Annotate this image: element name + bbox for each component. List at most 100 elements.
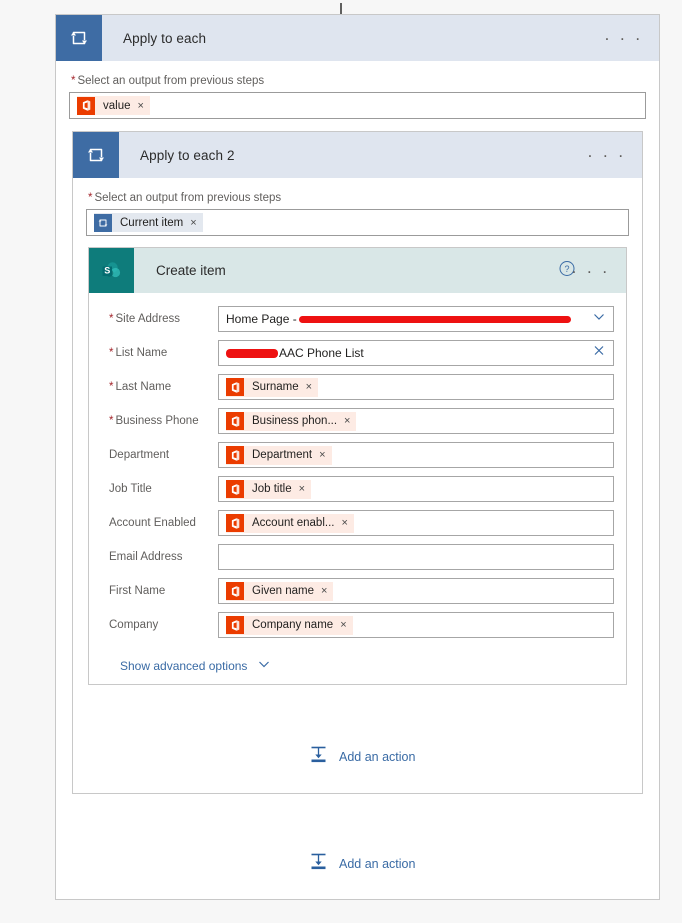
form-row: * Business Phone Business phon... × xyxy=(100,404,614,438)
form-row: Company Company name × xyxy=(100,608,614,642)
ellipsis-icon[interactable]: · · · xyxy=(571,262,610,279)
form-row: * List Name AAC Phone List xyxy=(100,336,614,370)
apply-to-each-2-header[interactable]: Apply to each 2 · · · xyxy=(73,132,642,178)
field-label-first-name: First Name xyxy=(109,585,166,597)
job-title-input[interactable]: Job title × xyxy=(218,476,614,502)
form-row: Department Department × xyxy=(100,438,614,472)
select-output-2-input[interactable]: Current item × xyxy=(86,209,629,236)
close-icon[interactable]: × xyxy=(138,100,144,112)
token-account-enabled[interactable]: Account enabl... × xyxy=(226,513,354,533)
show-advanced-options-button[interactable]: Show advanced options xyxy=(120,657,614,674)
loop-icon xyxy=(56,15,102,61)
select-output-label-text: Select an output from previous steps xyxy=(77,75,265,87)
token-label: Company name xyxy=(252,619,334,631)
form-row: Job Title Job title × xyxy=(100,472,614,506)
token-label: Given name xyxy=(252,585,315,597)
close-icon[interactable]: × xyxy=(299,483,305,495)
office365-icon xyxy=(226,616,244,634)
add-an-action-button-inner[interactable]: Add an action xyxy=(309,745,415,769)
required-marker: * xyxy=(88,192,93,204)
token-label: Department xyxy=(252,449,313,461)
office365-icon xyxy=(226,480,244,498)
token-department[interactable]: Department × xyxy=(226,445,332,465)
form-row: * Last Name Surname × xyxy=(100,370,614,404)
close-icon[interactable]: × xyxy=(319,449,325,461)
svg-text:S: S xyxy=(104,265,110,275)
field-label-job-title: Job Title xyxy=(109,483,152,495)
close-icon[interactable]: × xyxy=(344,415,350,427)
field-label-email-address: Email Address xyxy=(109,551,183,563)
required-marker: * xyxy=(71,75,76,87)
select-output-2-label-text: Select an output from previous steps xyxy=(94,192,282,204)
form-row: First Name Given name × xyxy=(100,574,614,608)
sharepoint-icon: S xyxy=(89,248,134,293)
token-label: value xyxy=(103,99,131,112)
ellipsis-icon[interactable]: · · · xyxy=(604,30,643,47)
apply-to-each-2-body: * Select an output from previous steps Cu… xyxy=(73,192,642,236)
email-address-input[interactable] xyxy=(218,544,614,570)
list-name-combobox[interactable]: AAC Phone List xyxy=(218,340,614,366)
ellipsis-icon[interactable]: · · · xyxy=(587,147,626,164)
required-marker: * xyxy=(109,313,114,325)
office365-icon xyxy=(226,446,244,464)
close-icon[interactable]: × xyxy=(340,619,346,631)
token-label: Business phon... xyxy=(252,415,338,427)
office365-icon xyxy=(226,412,244,430)
department-input[interactable]: Department × xyxy=(218,442,614,468)
create-item-title: Create item xyxy=(156,263,226,278)
field-label-list-name: * List Name xyxy=(109,347,168,359)
apply-to-each-title: Apply to each xyxy=(123,30,207,46)
field-label-department: Department xyxy=(109,449,170,461)
field-label-account-enabled: Account Enabled xyxy=(109,517,196,529)
redaction-stroke xyxy=(298,315,571,323)
token-company-name[interactable]: Company name × xyxy=(226,615,353,635)
form-row: Email Address xyxy=(100,540,614,574)
token-label: Account enabl... xyxy=(252,517,335,529)
create-item-header[interactable]: S Create item ? · · · xyxy=(89,248,626,293)
account-enabled-input[interactable]: Account enabl... × xyxy=(218,510,614,536)
token-surname[interactable]: Surname × xyxy=(226,377,319,397)
add-action-icon xyxy=(309,745,328,769)
last-name-input[interactable]: Surname × xyxy=(218,374,614,400)
close-icon[interactable]: × xyxy=(190,217,196,229)
token-current-item[interactable]: Current item × xyxy=(94,213,203,232)
token-job-title[interactable]: Job title × xyxy=(226,479,312,499)
chevron-down-icon[interactable] xyxy=(592,310,606,329)
token-label: Job title xyxy=(252,483,292,495)
field-label-last-name: * Last Name xyxy=(109,381,172,393)
close-icon[interactable] xyxy=(592,344,606,363)
apply-to-each-header[interactable]: Apply to each · · · xyxy=(56,15,659,61)
office365-icon xyxy=(226,378,244,396)
select-output-input[interactable]: value × xyxy=(69,92,646,119)
token-given-name[interactable]: Given name × xyxy=(226,581,334,601)
field-label-business-phone: * Business Phone xyxy=(109,415,199,427)
required-marker: * xyxy=(109,347,114,359)
close-icon[interactable]: × xyxy=(341,517,347,529)
close-icon[interactable]: × xyxy=(321,585,327,597)
form-row: * Site Address Home Page - xyxy=(100,302,614,336)
chevron-down-icon xyxy=(257,657,271,674)
site-address-dropdown[interactable]: Home Page - xyxy=(218,306,614,332)
token-business-phone[interactable]: Business phon... × xyxy=(226,411,357,431)
select-output-2-label: * Select an output from previous steps xyxy=(88,192,629,204)
token-label: Current item xyxy=(120,216,184,229)
company-input[interactable]: Company name × xyxy=(218,612,614,638)
office365-icon xyxy=(226,582,244,600)
token-value[interactable]: value × xyxy=(77,96,150,115)
svg-text:?: ? xyxy=(564,264,569,274)
show-advanced-options-label: Show advanced options xyxy=(120,658,248,673)
redaction-stroke xyxy=(226,348,278,358)
select-output-label: * Select an output from previous steps xyxy=(71,75,646,87)
list-name-value: AAC Phone List xyxy=(226,346,364,360)
token-label: Surname xyxy=(252,381,299,393)
first-name-input[interactable]: Given name × xyxy=(218,578,614,604)
loop-icon xyxy=(73,132,119,178)
create-item-card: S Create item ? · · · * Site Address Hom… xyxy=(88,247,627,685)
close-icon[interactable]: × xyxy=(306,381,312,393)
apply-to-each-2-title: Apply to each 2 xyxy=(140,147,235,163)
apply-to-each-body: * Select an output from previous steps va… xyxy=(56,75,659,119)
business-phone-input[interactable]: Business phon... × xyxy=(218,408,614,434)
field-label-company: Company xyxy=(109,619,159,631)
flow-designer-canvas: Apply to each · · · * Select an output fr… xyxy=(0,0,682,923)
add-an-action-button-outer[interactable]: Add an action xyxy=(309,852,415,876)
